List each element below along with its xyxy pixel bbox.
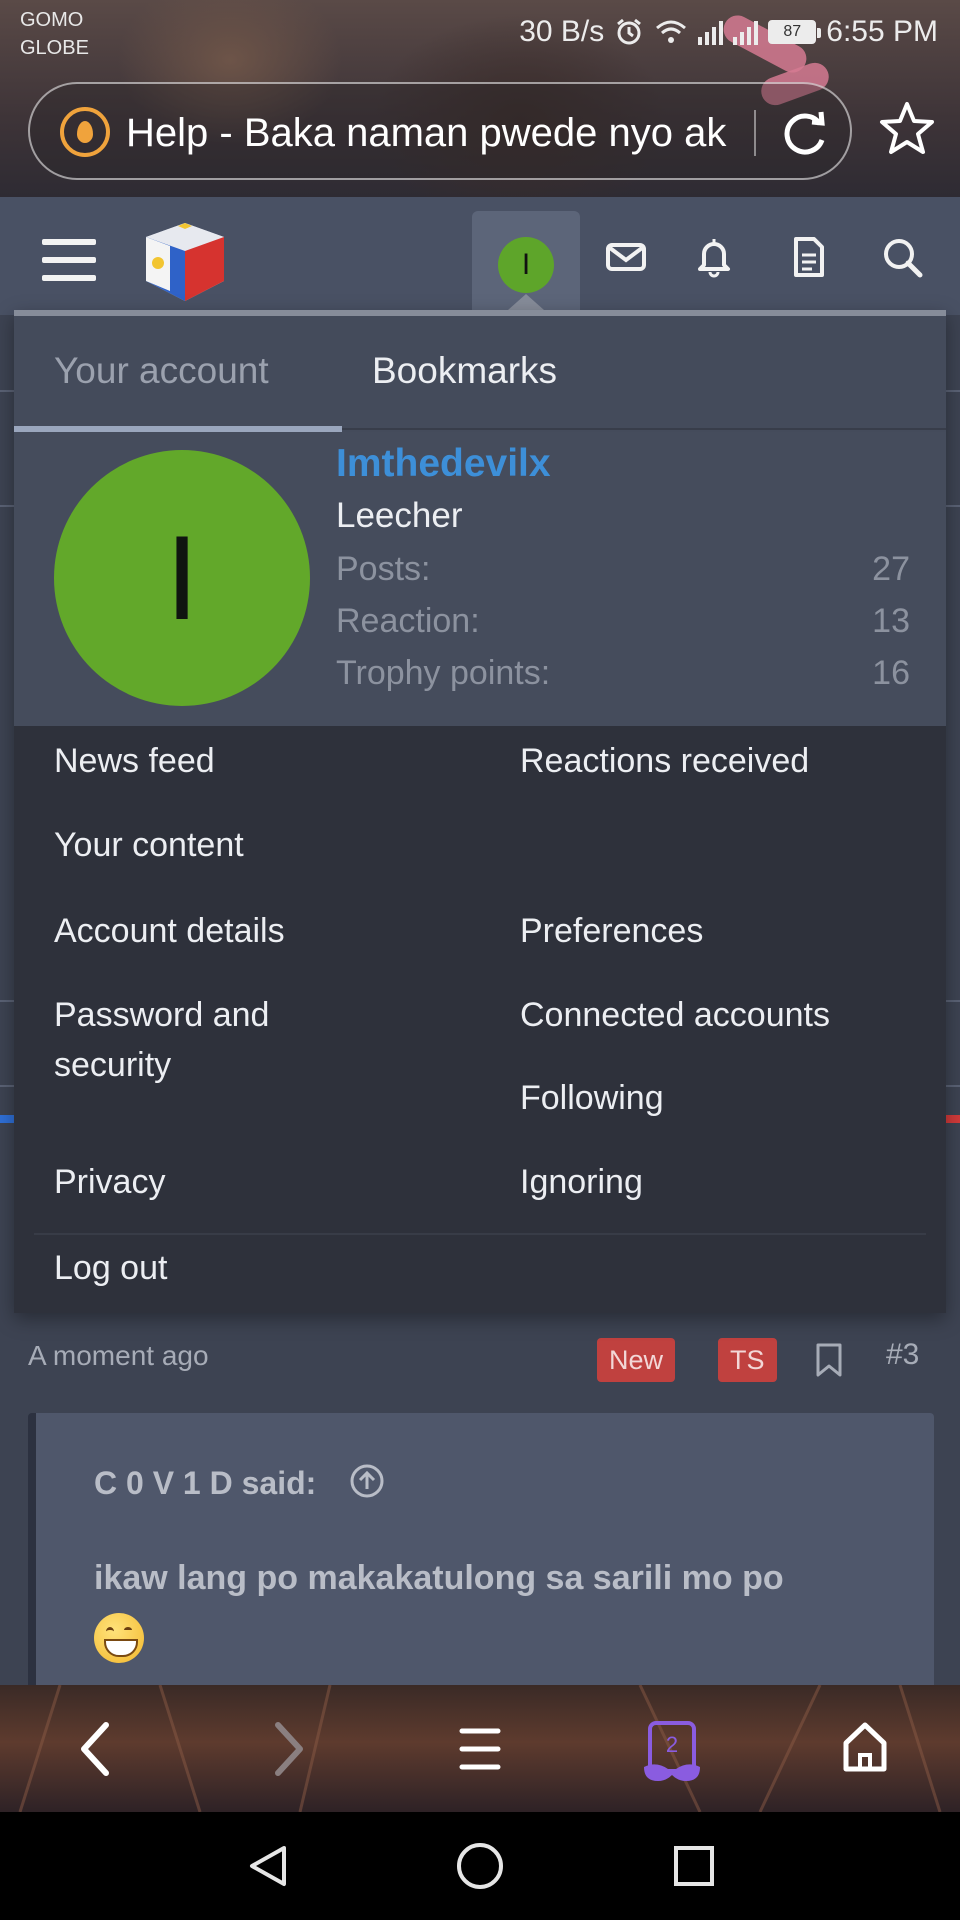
carrier-line-2: GLOBE: [20, 37, 89, 59]
forward-icon[interactable]: [268, 1721, 308, 1777]
site-logo[interactable]: [140, 219, 230, 305]
stat-reactions: Reaction: 13: [336, 602, 910, 652]
account-dropdown: Your account Bookmarks I Imthedevilx Lee…: [14, 310, 946, 1313]
link-your-content[interactable]: Your content: [54, 820, 244, 870]
tab-count: 2: [665, 1732, 679, 1757]
divider: [0, 1085, 14, 1087]
thread-starter-badge: TS: [718, 1338, 777, 1382]
tabs-divider: [342, 428, 946, 430]
mail-icon[interactable]: [604, 235, 648, 279]
menu-lines-icon[interactable]: [458, 1725, 502, 1773]
browser-top-area: GOMO GLOBE 30 B/s 87 6:55 PM Help - Baka…: [0, 0, 960, 197]
post-number[interactable]: #3: [886, 1338, 919, 1372]
signal-icon: [733, 19, 759, 45]
carrier-line-1: GOMO: [20, 9, 84, 31]
home-icon[interactable]: [840, 1719, 890, 1775]
net-speed: 30 B/s: [519, 15, 605, 48]
url-text[interactable]: Help - Baka naman pwede nyo ak: [126, 110, 766, 156]
link-account-details[interactable]: Account details: [54, 906, 285, 956]
username-link[interactable]: Imthedevilx: [336, 442, 551, 486]
user-title: Leecher: [336, 496, 463, 535]
system-nav-bar: [0, 1812, 960, 1920]
divider: [0, 505, 14, 507]
stat-value[interactable]: 27: [872, 550, 910, 589]
link-preferences[interactable]: Preferences: [520, 906, 703, 956]
grinning-emoji-icon: [94, 1613, 144, 1664]
nav-home-icon[interactable]: [454, 1840, 506, 1892]
battery-icon: 87: [768, 20, 822, 44]
dropdown-pointer: [508, 294, 544, 310]
document-icon[interactable]: [786, 235, 830, 279]
quote-text: ikaw lang po makakatulong sa sarili mo p…: [94, 1549, 894, 1665]
divider: [946, 505, 960, 507]
avatar[interactable]: I: [54, 450, 310, 706]
tab-your-account[interactable]: Your account: [14, 316, 342, 432]
accent-strip: [946, 1115, 960, 1123]
browser-bottom-toolbar: 2: [0, 1685, 960, 1812]
site-info-icon[interactable]: [60, 107, 110, 157]
back-icon[interactable]: [76, 1721, 116, 1777]
post-meta-row: A moment ago New TS #3: [0, 1320, 960, 1400]
link-reactions-received[interactable]: Reactions received: [520, 736, 809, 786]
stat-value[interactable]: 16: [872, 654, 910, 693]
status-indicators: 30 B/s 87 6:55 PM: [519, 12, 938, 52]
link-privacy[interactable]: Privacy: [54, 1157, 165, 1207]
nav-back-icon[interactable]: [244, 1842, 292, 1890]
link-password-security[interactable]: Password and security: [54, 990, 384, 1090]
reload-icon[interactable]: [774, 104, 834, 164]
stat-label: Reaction:: [336, 602, 480, 640]
post-time[interactable]: A moment ago: [28, 1340, 209, 1372]
nav-recents-icon[interactable]: [670, 1842, 718, 1890]
site-header: I: [0, 197, 960, 315]
link-ignoring[interactable]: Ignoring: [520, 1157, 643, 1207]
quote-text-content: ikaw lang po makakatulong sa sarili mo p…: [94, 1559, 784, 1597]
stat-posts: Posts: 27: [336, 550, 910, 600]
divider: [946, 390, 960, 392]
stat-label: Posts:: [336, 550, 431, 588]
link-log-out[interactable]: Log out: [54, 1243, 167, 1293]
address-bar-divider: [754, 110, 756, 156]
link-connected-accounts[interactable]: Connected accounts: [520, 990, 830, 1040]
quote-block: C 0 V 1 D said: ikaw lang po makakatulon…: [28, 1413, 934, 1685]
stat-value[interactable]: 13: [872, 602, 910, 641]
carrier-label: GOMO GLOBE: [20, 6, 89, 62]
menu-icon[interactable]: [42, 239, 96, 281]
divider: [946, 1000, 960, 1002]
header-avatar[interactable]: I: [498, 237, 554, 293]
bookmark-icon[interactable]: [814, 1342, 844, 1378]
account-tabs: Your account Bookmarks: [14, 316, 946, 432]
account-links: News feed Reactions received Your conten…: [14, 726, 946, 1313]
stat-label: Trophy points:: [336, 654, 551, 692]
link-news-feed[interactable]: News feed: [54, 736, 215, 786]
link-following[interactable]: Following: [520, 1073, 664, 1123]
alarm-icon: [617, 18, 642, 45]
address-bar[interactable]: Help - Baka naman pwede nyo ak: [28, 82, 852, 180]
jump-to-quote-icon[interactable]: [349, 1463, 385, 1499]
clock: 6:55 PM: [826, 15, 938, 48]
tab-bookmarks[interactable]: Bookmarks: [342, 316, 642, 432]
bell-icon[interactable]: [692, 235, 736, 279]
stat-trophy-points: Trophy points: 16: [336, 654, 910, 704]
divider: [0, 1000, 14, 1002]
bookmark-star-icon[interactable]: [878, 100, 936, 158]
accent-strip: [0, 1115, 14, 1123]
signal-icon: [698, 19, 724, 45]
search-icon[interactable]: [880, 235, 924, 279]
divider: [0, 390, 14, 392]
new-badge: New: [597, 1338, 676, 1382]
incognito-mask-icon: [644, 1764, 700, 1781]
wifi-icon: [656, 20, 687, 43]
divider: [946, 1085, 960, 1087]
profile-summary: I Imthedevilx Leecher Posts: 27 Reaction…: [14, 432, 946, 726]
menu-divider: [34, 1233, 926, 1235]
quote-author[interactable]: C 0 V 1 D said:: [94, 1465, 316, 1502]
